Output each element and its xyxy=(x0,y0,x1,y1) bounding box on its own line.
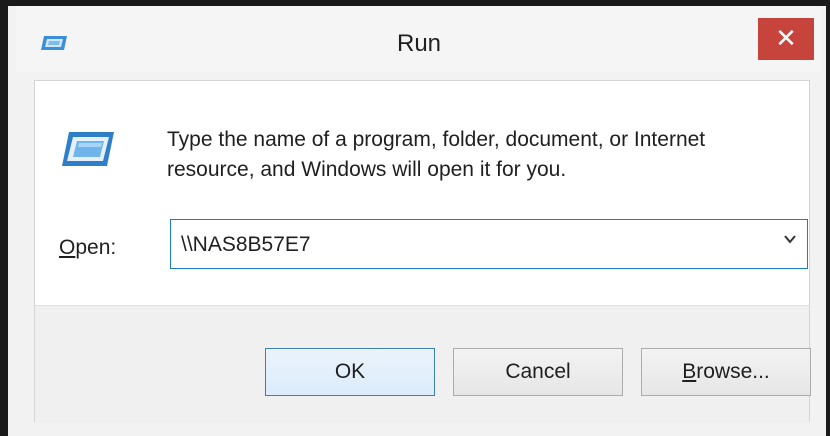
browse-label: rowse... xyxy=(696,360,770,383)
title-bar[interactable]: Run ✕ xyxy=(16,6,822,72)
dialog-description: Type the name of a program, folder, docu… xyxy=(167,125,797,185)
open-label-accelerator: O xyxy=(59,236,76,259)
browse-button[interactable]: Browse... xyxy=(641,348,811,396)
cancel-button[interactable]: Cancel xyxy=(453,348,623,396)
close-button[interactable]: ✕ xyxy=(758,18,814,60)
open-combobox[interactable]: \\NAS8B57E7 xyxy=(170,219,808,269)
chevron-down-icon[interactable] xyxy=(783,232,797,251)
run-dialog: Run ✕ Type the name of a program, folder… xyxy=(8,6,826,436)
browse-accelerator: B xyxy=(682,360,697,383)
open-label-text: pen: xyxy=(75,236,117,259)
ok-button[interactable]: OK xyxy=(265,348,435,396)
open-label: Open: xyxy=(59,236,116,260)
close-icon: ✕ xyxy=(775,23,797,53)
button-bar: OK Cancel Browse... xyxy=(35,305,811,423)
dialog-body: Type the name of a program, folder, docu… xyxy=(34,80,811,423)
window-title: Run xyxy=(396,30,442,57)
run-icon xyxy=(62,132,114,166)
open-input[interactable]: \\NAS8B57E7 xyxy=(181,233,311,257)
description-line-1: Type the name of a program, folder, docu… xyxy=(167,128,706,151)
description-line-2: resource, and Windows will open it for y… xyxy=(167,158,567,181)
